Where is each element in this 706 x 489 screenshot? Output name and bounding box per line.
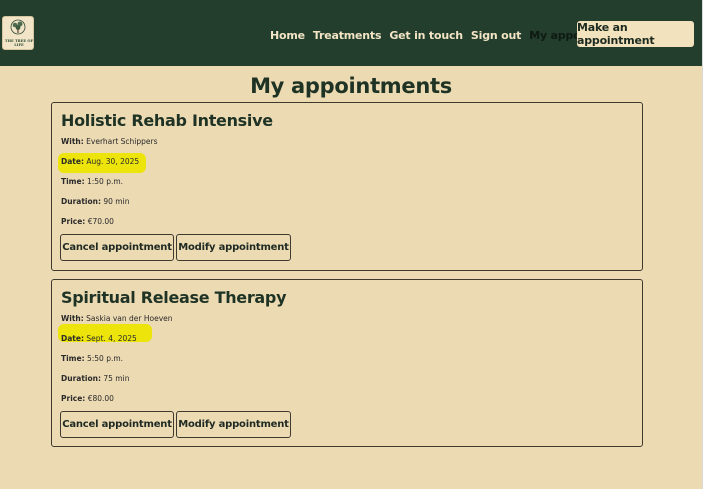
time-label: Time: — [61, 177, 85, 186]
page-title: My appointments — [250, 74, 452, 98]
date-value: Sept. 4, 2025 — [86, 334, 137, 343]
price-label: Price: — [61, 394, 86, 403]
appointment-card: Spiritual Release Therapy With: Saskia v… — [51, 279, 643, 447]
appointment-with: With: Everhart Schippers — [61, 137, 158, 146]
modify-appointment-button[interactable]: Modify appointment — [176, 411, 291, 438]
with-value: Everhart Schippers — [86, 137, 158, 146]
duration-label: Duration: — [61, 197, 101, 206]
with-value: Saskia van der Hoeven — [86, 314, 173, 323]
time-value: 5:50 p.m. — [86, 354, 124, 363]
tree-icon — [10, 19, 26, 35]
appointment-time: Time: 1:50 p.m. — [61, 177, 123, 186]
nav-link-treatments[interactable]: Treatments — [313, 29, 382, 42]
duration-label: Duration: — [61, 374, 101, 383]
window-edge — [702, 0, 706, 489]
price-value: €70.00 — [87, 217, 114, 226]
appointment-duration: Duration: 75 min — [61, 374, 129, 383]
nav-link-home[interactable]: Home — [270, 29, 305, 42]
cancel-appointment-button[interactable]: Cancel appointment — [60, 234, 174, 261]
time-value: 1:50 p.m. — [86, 177, 124, 186]
appointment-price: Price: €80.00 — [61, 394, 114, 403]
appointment-title: Spiritual Release Therapy — [61, 288, 287, 307]
appointment-duration: Duration: 90 min — [61, 197, 129, 206]
make-appointment-button[interactable]: Make an appointment — [577, 21, 694, 47]
appointment-with: With: Saskia van der Hoeven — [61, 314, 173, 323]
logo-text: THE TREE OF LIFE — [4, 39, 34, 47]
appointment-date: Date: Sept. 4, 2025 — [61, 334, 137, 343]
price-label: Price: — [61, 217, 86, 226]
date-value: Aug. 30, 2025 — [86, 157, 140, 166]
cancel-appointment-button[interactable]: Cancel appointment — [60, 411, 174, 438]
with-label: With: — [61, 137, 84, 146]
date-label: Date: — [61, 157, 84, 166]
appointment-date: Date: Aug. 30, 2025 — [61, 157, 139, 166]
time-label: Time: — [61, 354, 85, 363]
date-label: Date: — [61, 334, 84, 343]
navbar: THE TREE OF LIFE Home Treatments Get in … — [0, 0, 702, 66]
logo[interactable]: THE TREE OF LIFE — [2, 16, 34, 50]
duration-value: 75 min — [103, 374, 130, 383]
appointment-card: Holistic Rehab Intensive With: Everhart … — [51, 102, 643, 271]
nav-link-get-in-touch[interactable]: Get in touch — [389, 29, 463, 42]
appointment-title: Holistic Rehab Intensive — [61, 111, 273, 130]
appointment-time: Time: 5:50 p.m. — [61, 354, 123, 363]
price-value: €80.00 — [87, 394, 114, 403]
appointment-price: Price: €70.00 — [61, 217, 114, 226]
nav-link-sign-out[interactable]: Sign out — [471, 29, 521, 42]
with-label: With: — [61, 314, 84, 323]
page: THE TREE OF LIFE Home Treatments Get in … — [0, 0, 702, 489]
duration-value: 90 min — [103, 197, 130, 206]
modify-appointment-button[interactable]: Modify appointment — [176, 234, 291, 261]
